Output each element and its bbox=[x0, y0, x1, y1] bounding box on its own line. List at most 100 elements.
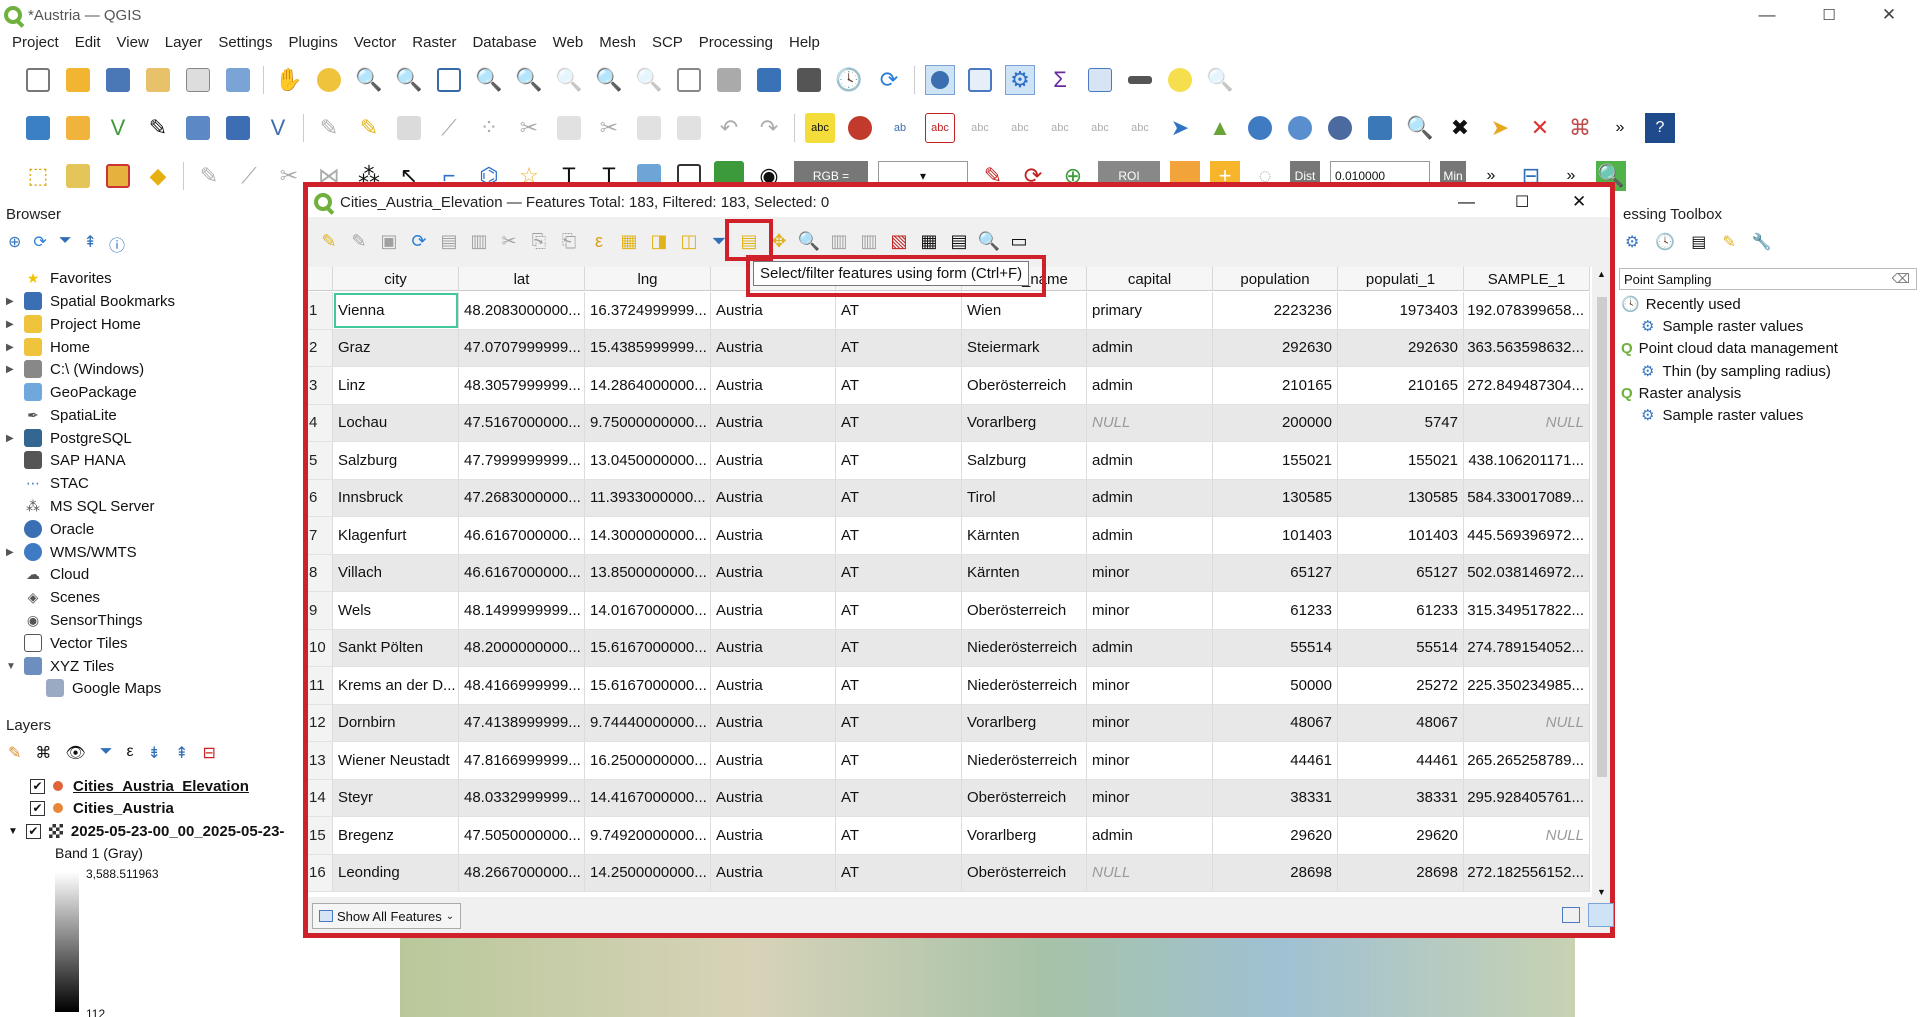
add-vector-icon[interactable]: V bbox=[263, 113, 293, 143]
table-cell[interactable]: Vienna bbox=[333, 292, 459, 329]
column-header-sample-1[interactable]: SAMPLE_1 bbox=[1464, 267, 1590, 291]
reload-table-icon[interactable]: ⟳ bbox=[407, 229, 431, 253]
table-cell[interactable]: 584.330017089... bbox=[1464, 479, 1590, 516]
table-row[interactable]: 10 Sankt Pölten 48.2000000000... 15.6167000… bbox=[308, 629, 1590, 667]
table-cell[interactable]: minor bbox=[1087, 592, 1213, 629]
table-cell[interactable]: 48.0332999999... bbox=[459, 779, 585, 816]
table-cell[interactable]: 47.7999999999... bbox=[459, 442, 585, 479]
table-cell[interactable]: 28698 bbox=[1213, 854, 1338, 891]
browser-item-oracle[interactable]: Oracle bbox=[0, 518, 94, 540]
toolbox-algorithm-sample-raster[interactable]: ⚙ Sample raster values bbox=[1641, 315, 1803, 337]
toolbox-algorithm-sample-raster-2[interactable]: ⚙ Sample raster values bbox=[1641, 404, 1803, 426]
table-cell[interactable]: 44461 bbox=[1338, 742, 1464, 779]
column-header-populati-1[interactable]: populati_1 bbox=[1338, 267, 1464, 291]
table-cell[interactable]: admin bbox=[1087, 517, 1213, 554]
table-cell[interactable]: Linz bbox=[333, 367, 459, 404]
vertex-tool-icon[interactable]: ⁘ bbox=[474, 113, 504, 143]
table-cell[interactable]: 29620 bbox=[1338, 817, 1464, 854]
column-header-city[interactable]: city bbox=[333, 267, 459, 291]
table-cell[interactable]: Steyr bbox=[333, 779, 459, 816]
table-cell[interactable]: 445.569396972... bbox=[1464, 517, 1590, 554]
expand-all-icon[interactable]: ⇟ bbox=[148, 743, 161, 763]
table-cell[interactable]: AT bbox=[836, 592, 962, 629]
table-cell[interactable]: 5747 bbox=[1338, 404, 1464, 441]
save-project-icon[interactable] bbox=[103, 65, 133, 95]
table-cell[interactable]: 48.2083000000... bbox=[459, 292, 585, 329]
pin-label-icon[interactable]: abc bbox=[965, 113, 995, 143]
python-console-icon[interactable] bbox=[1365, 113, 1395, 143]
column-header-lat[interactable]: lat bbox=[459, 267, 585, 291]
diagram-icon[interactable] bbox=[845, 113, 875, 143]
select-shape-icon[interactable]: ◆ bbox=[143, 161, 173, 191]
table-cell[interactable]: 502.038146972... bbox=[1464, 554, 1590, 591]
table-cell[interactable]: 9.74440000000... bbox=[585, 704, 711, 741]
menu-project[interactable]: Project bbox=[12, 34, 59, 51]
plugin-arrow-icon[interactable]: ➤ bbox=[1485, 113, 1515, 143]
table-cell[interactable]: 15.4385999999... bbox=[585, 329, 711, 366]
layer-visibility-checkbox[interactable]: ✔ bbox=[25, 823, 41, 839]
scroll-down-icon[interactable]: ▼ bbox=[1597, 887, 1606, 897]
paste-features-icon[interactable] bbox=[674, 113, 704, 143]
layer-labeling-icon[interactable]: ab bbox=[885, 113, 915, 143]
table-cell[interactable]: minor bbox=[1087, 742, 1213, 779]
menu-layer[interactable]: Layer bbox=[165, 34, 203, 51]
split-icon[interactable]: ✂ bbox=[274, 161, 304, 191]
zoom-last-icon[interactable]: 🔍 bbox=[594, 65, 624, 95]
table-cell[interactable]: AT bbox=[836, 329, 962, 366]
table-cell[interactable]: Oberösterreich bbox=[962, 367, 1087, 404]
table-cell[interactable]: AT bbox=[836, 554, 962, 591]
table-cell[interactable]: 48.4166999999... bbox=[459, 667, 585, 704]
table-cell[interactable]: Austria bbox=[711, 442, 836, 479]
browser-item-sap-hana[interactable]: SAP HANA bbox=[0, 449, 126, 471]
table-cell[interactable]: 292630 bbox=[1213, 329, 1338, 366]
table-cell[interactable]: 61233 bbox=[1338, 592, 1464, 629]
table-cell[interactable]: admin bbox=[1087, 479, 1213, 516]
table-cell[interactable]: 50000 bbox=[1213, 667, 1338, 704]
zoom-in-icon[interactable]: 🔍 bbox=[354, 65, 384, 95]
browser-item-spatialite[interactable]: ✒ SpatiaLite bbox=[0, 404, 117, 426]
browser-item-vector-tiles[interactable]: Vector Tiles bbox=[0, 632, 128, 654]
table-cell[interactable]: admin bbox=[1087, 817, 1213, 854]
more-toolbar-icon[interactable]: » bbox=[1605, 113, 1635, 143]
dock-table-icon[interactable]: ▭ bbox=[1007, 229, 1031, 253]
table-cell[interactable]: Bregenz bbox=[333, 817, 459, 854]
remove-layer-icon[interactable]: ⊟ bbox=[202, 743, 215, 763]
table-cell[interactable]: 55514 bbox=[1213, 629, 1338, 666]
table-row[interactable]: 12 Dornbirn 47.4138999999... 9.74440000000.… bbox=[308, 704, 1590, 742]
table-cell[interactable]: AT bbox=[836, 442, 962, 479]
plugin-graph-icon[interactable]: ⌘ bbox=[1565, 113, 1595, 143]
table-row[interactable]: 5 Salzburg 47.7999999999... 13.0450000000..… bbox=[308, 442, 1590, 480]
zoom-next-icon[interactable]: 🔍 bbox=[634, 65, 664, 95]
table-cell[interactable]: 130585 bbox=[1338, 479, 1464, 516]
delete-field-icon[interactable]: ▥ bbox=[857, 229, 881, 253]
label-settings-icon[interactable]: abc bbox=[925, 113, 955, 143]
table-cell[interactable]: 295.928405761... bbox=[1464, 779, 1590, 816]
browser-item-postgresql[interactable]: ▶ PostgreSQL bbox=[0, 427, 132, 449]
select-all-icon[interactable]: ▦ bbox=[617, 229, 641, 253]
table-cell[interactable]: Lochau bbox=[333, 404, 459, 441]
column-header-capital[interactable]: capital bbox=[1087, 267, 1213, 291]
new-field-icon[interactable]: ▥ bbox=[827, 229, 851, 253]
browser-item-scenes[interactable]: ◈ Scenes bbox=[0, 586, 100, 608]
open-project-icon[interactable] bbox=[63, 65, 93, 95]
table-row[interactable]: 9 Wels 48.1499999999... 14.0167000000... Aus… bbox=[308, 592, 1590, 630]
table-cell[interactable]: Niederösterreich bbox=[962, 742, 1087, 779]
processing-toolbox-icon[interactable]: ⚙ bbox=[1005, 65, 1035, 95]
copy-features-icon[interactable] bbox=[634, 113, 664, 143]
table-row[interactable]: 2 Graz 47.0707999999... 15.4385999999... Aus… bbox=[308, 329, 1590, 367]
table-cell[interactable]: Vorarlberg bbox=[962, 817, 1087, 854]
table-cell[interactable]: 210165 bbox=[1338, 367, 1464, 404]
table-cell[interactable]: Villach bbox=[333, 554, 459, 591]
table-cell[interactable]: admin bbox=[1087, 629, 1213, 666]
layer-cities-austria[interactable]: ✔ Cities_Austria bbox=[30, 797, 174, 819]
zoom-selection-icon[interactable]: 🔍 bbox=[474, 65, 504, 95]
style-icon[interactable]: ✎ bbox=[8, 743, 21, 763]
toolbox-group-recent[interactable]: 🕓 Recently used bbox=[1621, 293, 1741, 315]
menu-scp[interactable]: SCP bbox=[652, 34, 683, 51]
expression-filter-icon[interactable]: ε bbox=[127, 743, 134, 763]
table-cell[interactable]: Sankt Pölten bbox=[333, 629, 459, 666]
expand-arrow-icon[interactable]: ▼ bbox=[8, 826, 18, 837]
measure-icon[interactable] bbox=[1125, 65, 1155, 95]
table-cell[interactable]: AT bbox=[836, 517, 962, 554]
browser-item-sensorthings[interactable]: ◉ SensorThings bbox=[0, 609, 143, 631]
